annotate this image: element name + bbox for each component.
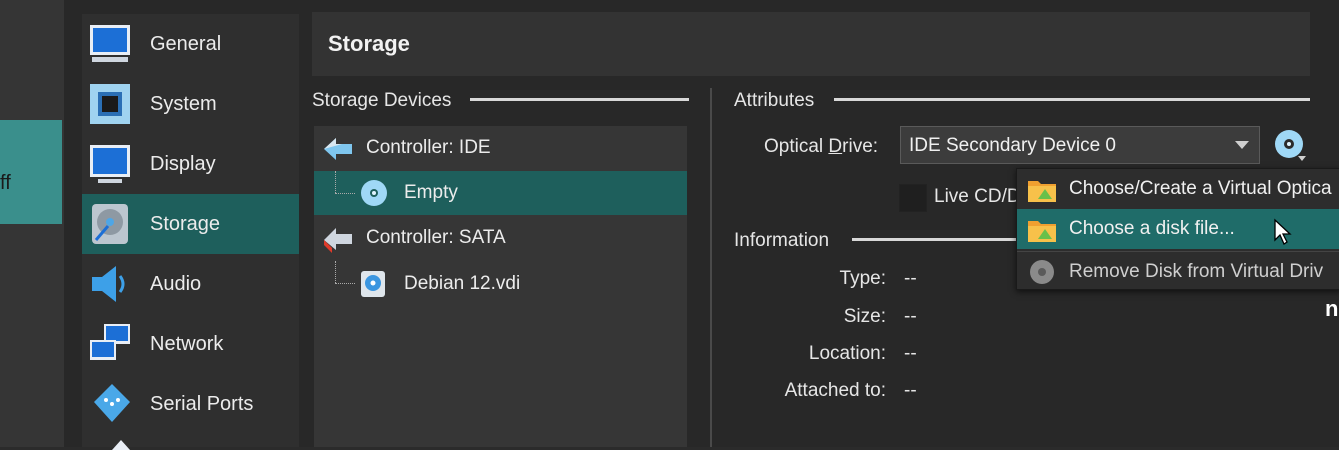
label-part: rive: — [842, 136, 879, 157]
tree-item-controller-ide[interactable]: Controller: IDE — [314, 126, 687, 170]
hard-disk-icon — [361, 271, 385, 297]
sidebar-item-label: Display — [150, 153, 216, 175]
tree-item-label: Controller: SATA — [366, 227, 506, 248]
monitor-icon — [90, 25, 130, 62]
information-heading: Information — [734, 230, 830, 251]
section-divider — [470, 98, 689, 101]
info-location-value: -- — [904, 343, 917, 364]
folder-open-icon — [1028, 221, 1056, 242]
serial-port-icon — [94, 384, 130, 422]
sidebar-item-general[interactable]: General — [82, 14, 299, 74]
tree-item-label: Empty — [404, 182, 458, 203]
menu-item-label: Choose/Create a Virtual Optica — [1069, 178, 1332, 199]
sidebar-item-system[interactable]: System — [82, 74, 299, 134]
page-header: Storage — [312, 12, 1310, 76]
section-divider — [852, 238, 1022, 241]
live-cd-label: Live CD/D — [934, 186, 1021, 207]
tree-connector — [335, 261, 336, 283]
info-location-label: Location: — [808, 343, 886, 364]
tree-item-empty-optical[interactable]: Empty — [314, 171, 687, 215]
sidebar-item-label: Storage — [150, 213, 221, 235]
menu-item-label: Choose a disk file... — [1069, 218, 1235, 239]
tree-item-controller-sata[interactable]: Controller: SATA — [314, 216, 687, 260]
optical-drive-value: IDE Secondary Device 0 — [909, 135, 1116, 156]
sidebar-item-label: System — [150, 93, 217, 115]
live-cd-checkbox[interactable] — [899, 184, 927, 212]
info-size-label: Size: — [843, 306, 886, 327]
ide-controller-icon — [324, 138, 352, 160]
network-icon — [90, 324, 130, 360]
menu-item-remove-disk[interactable]: Remove Disk from Virtual Driv — [1017, 251, 1339, 289]
label-part: Optical — [764, 136, 829, 157]
sidebar-item-label: Network — [150, 333, 224, 355]
tree-connector — [335, 283, 355, 284]
chevron-down-icon — [1235, 141, 1249, 149]
info-type-value: -- — [904, 268, 917, 289]
usb-icon — [112, 440, 130, 450]
optical-drive-select[interactable]: IDE Secondary Device 0 — [900, 126, 1260, 164]
remove-disc-icon — [1030, 260, 1054, 284]
tree-item-label: Debian 12.vdi — [404, 273, 521, 294]
sidebar-item-label: Serial Ports — [150, 393, 254, 415]
optical-disc-menu-button[interactable] — [1272, 128, 1308, 164]
sidebar-item-serial-ports[interactable]: Serial Ports — [82, 374, 299, 434]
tree-connector — [335, 193, 355, 194]
menu-item-label: Remove Disk from Virtual Driv — [1069, 261, 1324, 282]
hard-disk-icon — [92, 204, 128, 244]
menu-item-choose-create[interactable]: Choose/Create a Virtual Optica — [1017, 169, 1339, 209]
sata-controller-icon — [324, 228, 352, 253]
folder-add-icon — [1028, 181, 1056, 202]
optical-drive-label: Optical Drive: — [764, 136, 878, 158]
tree-item-debian-disk[interactable]: Debian 12.vdi — [314, 261, 687, 305]
sidebar-item-label: General — [150, 33, 222, 55]
tree-item-label: Controller: IDE — [366, 137, 491, 158]
info-size-value: -- — [904, 306, 917, 327]
info-type-label: Type: — [839, 268, 886, 289]
optical-disc-icon — [361, 180, 387, 206]
mouse-cursor-icon — [1274, 218, 1292, 245]
info-attached-label: Attached to: — [784, 380, 886, 401]
page-title: Storage — [328, 31, 410, 56]
storage-tree[interactable]: Controller: IDE Empty Controller: SATA D… — [314, 126, 687, 447]
label-mnemonic: D — [828, 136, 843, 157]
sidebar-item-label: Audio — [150, 273, 202, 295]
sidebar-item-display[interactable]: Display — [82, 134, 299, 194]
section-divider — [834, 98, 1310, 101]
speaker-icon — [92, 266, 125, 302]
background-partial-text: n — [1325, 296, 1339, 321]
settings-sidebar: General System Display Storage Audio Net… — [82, 14, 299, 450]
storage-devices-heading: Storage Devices — [312, 90, 452, 111]
sidebar-item-network[interactable]: Network — [82, 314, 299, 374]
tree-connector — [335, 171, 336, 193]
background-partial-text: ff — [0, 172, 11, 194]
chip-icon — [90, 84, 130, 124]
attributes-heading: Attributes — [734, 90, 815, 111]
info-attached-value: -- — [904, 380, 917, 401]
sidebar-item-storage[interactable]: Storage — [82, 194, 299, 254]
sidebar-item-audio[interactable]: Audio — [82, 254, 299, 314]
display-icon — [90, 145, 130, 183]
